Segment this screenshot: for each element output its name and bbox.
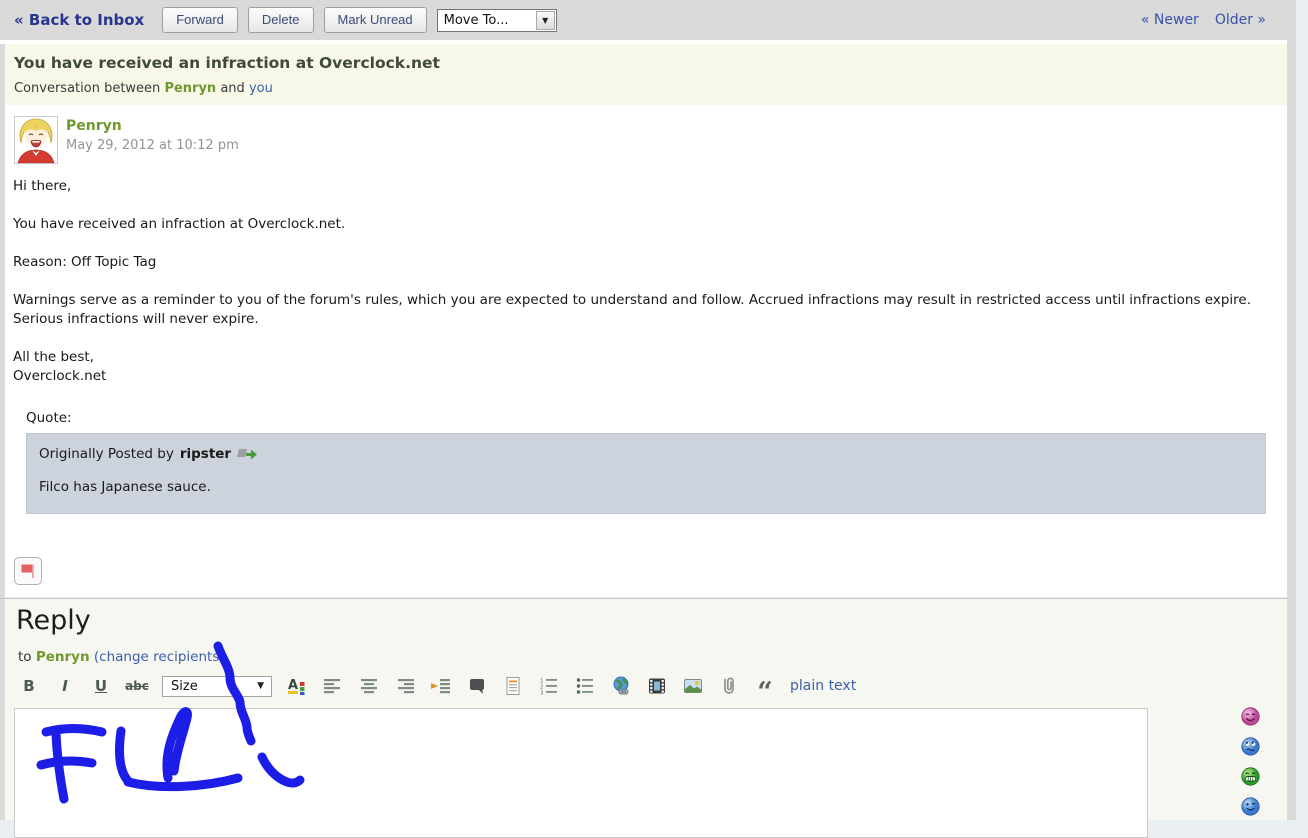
align-center-button[interactable]: [358, 675, 380, 697]
svg-text:A: A: [288, 678, 298, 693]
chevron-down-icon[interactable]: ▼: [536, 11, 555, 30]
insert-link-icon[interactable]: [610, 675, 632, 697]
quote-body-text: Filco has Japanese sauce.: [39, 479, 1253, 495]
conversation-prefix: Conversation between: [14, 81, 160, 96]
blue-wink-smiley[interactable]: [1241, 797, 1260, 816]
message-author-link[interactable]: Penryn: [66, 118, 122, 134]
attach-file-icon[interactable]: [718, 675, 740, 697]
blue-rolleyes-smiley[interactable]: [1241, 737, 1260, 756]
pm-navigation: « Newer Older »: [1141, 12, 1266, 28]
message-text: Hi there, You have received an infractio…: [13, 177, 1261, 386]
move-to-value: Move To...: [444, 13, 509, 28]
quote-label: Quote:: [26, 410, 1266, 426]
message-signoff: All the best, Overclock.net: [13, 348, 1261, 386]
strikethrough-button[interactable]: abc: [126, 675, 148, 697]
plain-text-link[interactable]: plain text: [790, 678, 856, 694]
quote-box: Originally Posted by ripster Filco has J…: [26, 433, 1266, 514]
reply-textarea[interactable]: [14, 708, 1148, 838]
mark-unread-button[interactable]: Mark Unread: [324, 7, 427, 33]
spoiler-doc-button[interactable]: [502, 675, 524, 697]
delete-button[interactable]: Delete: [248, 7, 314, 33]
signoff-line: All the best,: [13, 348, 1261, 367]
indent-button[interactable]: [430, 675, 452, 697]
reply-recipient-link[interactable]: Penryn: [36, 649, 90, 665]
top-toolbar: « Back to Inbox Forward Delete Mark Unre…: [0, 0, 1296, 40]
avatar[interactable]: [14, 116, 58, 164]
chevron-down-icon: ▼: [257, 681, 264, 691]
report-flag-button[interactable]: [14, 557, 42, 585]
insert-video-icon[interactable]: [646, 675, 668, 697]
message-paragraph: You have received an infraction at Overc…: [13, 215, 1261, 234]
avatar-image: [15, 117, 57, 163]
align-left-button[interactable]: [322, 675, 344, 697]
message-header: You have received an infraction at Overc…: [5, 44, 1287, 105]
and-word: and: [220, 81, 244, 96]
unordered-list-button[interactable]: [574, 675, 596, 697]
message-body-panel: Penryn May 29, 2012 at 10:12 pm Hi there…: [5, 105, 1287, 597]
move-to-select[interactable]: Move To... ▼: [437, 9, 557, 32]
message-paragraph: Hi there,: [13, 177, 1261, 196]
reply-panel: Reply to Penryn (change recipients) B I …: [5, 599, 1287, 820]
ordered-list-button[interactable]: 123: [538, 675, 560, 697]
font-size-value: Size: [171, 679, 198, 694]
private-message-page: « Back to Inbox Forward Delete Mark Unre…: [0, 0, 1308, 820]
align-right-button[interactable]: [394, 675, 416, 697]
quote-section: Quote: Originally Posted by ripster Filc…: [26, 410, 1266, 514]
message-timestamp: May 29, 2012 at 10:12 pm: [66, 138, 239, 153]
change-recipients-link[interactable]: (change recipients): [94, 649, 225, 665]
to-word: to: [18, 649, 32, 665]
view-post-icon[interactable]: [237, 448, 258, 461]
participant-link[interactable]: Penryn: [164, 81, 216, 96]
font-color-button[interactable]: A: [286, 675, 308, 697]
reply-title: Reply: [16, 605, 91, 636]
page-title: You have received an infraction at Overc…: [14, 54, 1287, 72]
italic-button[interactable]: I: [54, 675, 76, 697]
quote-attribution-prefix: Originally Posted by: [39, 446, 174, 462]
forward-button[interactable]: Forward: [162, 7, 238, 33]
smiley-column: [1241, 707, 1260, 816]
underline-button[interactable]: U: [90, 675, 112, 697]
green-biggrin-smiley[interactable]: [1241, 767, 1260, 786]
blockquote-button[interactable]: “: [754, 682, 776, 704]
comment-quote-button[interactable]: [466, 675, 488, 697]
reply-recipients-line: to Penryn (change recipients): [18, 649, 225, 665]
pink-blush-smiley[interactable]: [1241, 707, 1260, 726]
svg-text:3: 3: [540, 691, 544, 696]
you-link[interactable]: you: [249, 81, 273, 96]
signoff-line: Overclock.net: [13, 367, 1261, 386]
font-size-select[interactable]: Size ▼: [162, 676, 272, 697]
editor-toolbar: B I U abc Size ▼ A: [18, 673, 856, 699]
flag-icon: [19, 562, 37, 580]
insert-image-icon[interactable]: [682, 675, 704, 697]
message-paragraph: Reason: Off Topic Tag: [13, 253, 1261, 272]
quoted-author: ripster: [180, 446, 231, 462]
newer-link[interactable]: « Newer: [1141, 12, 1199, 28]
quote-attribution: Originally Posted by ripster: [39, 446, 1253, 462]
right-edge-strip: [1287, 40, 1296, 820]
back-to-inbox-link[interactable]: « Back to Inbox: [14, 11, 144, 29]
bold-button[interactable]: B: [18, 675, 40, 697]
conversation-line: Conversation between Penryn and you: [14, 81, 1287, 96]
message-paragraph: Warnings serve as a reminder to you of t…: [13, 291, 1261, 329]
older-link[interactable]: Older »: [1215, 12, 1266, 28]
